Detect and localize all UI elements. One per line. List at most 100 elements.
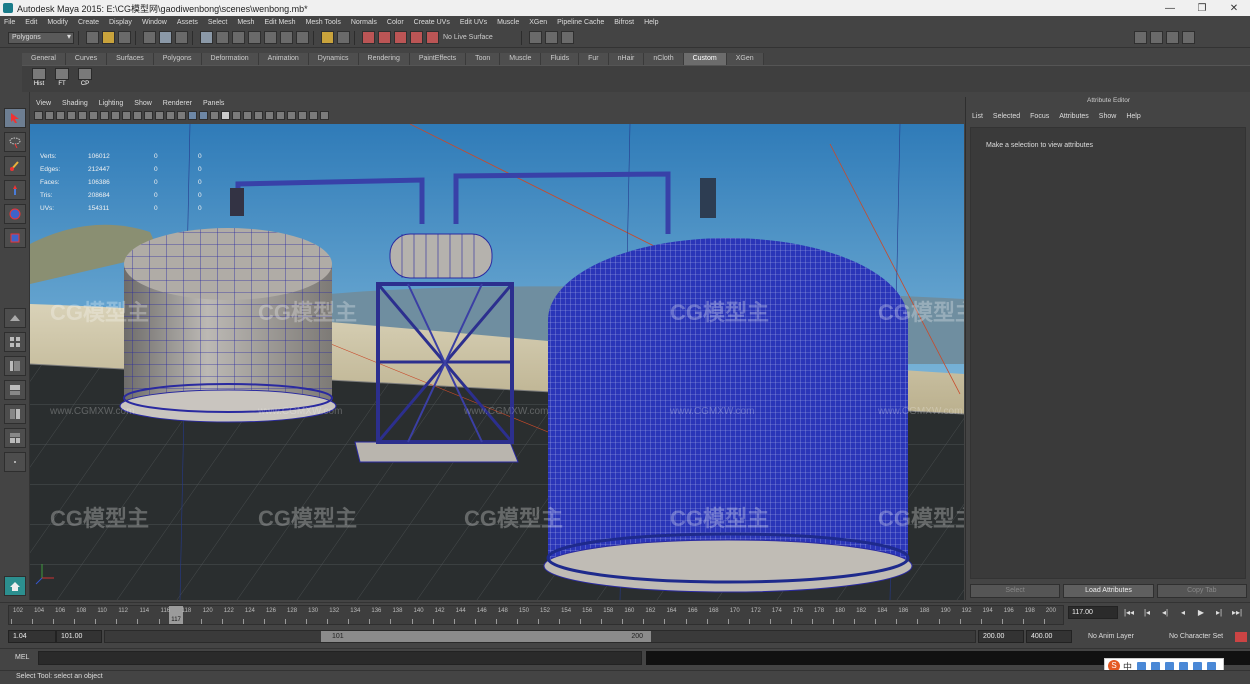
shelf-tab-general[interactable]: General [22,53,66,65]
viewport-menu-lighting[interactable]: Lighting [99,100,124,107]
shelf-tab-fluids[interactable]: Fluids [541,53,580,65]
shadows-icon[interactable] [232,110,241,120]
depth-of-field-icon[interactable] [276,110,285,120]
new-scene-icon[interactable] [86,31,99,44]
current-frame-field[interactable]: 117.00 [1068,606,1118,619]
grid-icon[interactable] [100,110,109,120]
animation-end-field[interactable]: 400.00 [1026,630,1072,643]
outliner-icon[interactable] [1149,31,1163,44]
ipr-render-icon[interactable] [378,31,391,44]
scale-tool[interactable] [4,228,26,248]
shelf-tab-fur[interactable]: Fur [579,53,609,65]
menu-display[interactable]: Display [109,19,132,26]
shelf-button-ft[interactable]: FT [52,68,72,90]
tool-settings-toggle-icon[interactable] [544,31,558,44]
snap-point-icon[interactable] [232,31,245,44]
menu-xgen[interactable]: XGen [529,19,547,26]
hypershade-icon[interactable] [410,31,423,44]
copy-tab-button[interactable]: Copy Tab [1156,584,1247,598]
safe-action-icon[interactable] [155,110,164,120]
x-ray-active-icon[interactable] [309,110,318,120]
menu-pipeline-cache[interactable]: Pipeline Cache [557,19,604,26]
attr-menu-list[interactable]: List [972,113,983,120]
x-ray-joints-icon[interactable] [320,110,329,120]
menu-color[interactable]: Color [387,19,404,26]
graph-layout[interactable] [4,380,26,400]
attr-menu-focus[interactable]: Focus [1030,113,1049,120]
range-slider[interactable]: 101 200 [104,630,976,643]
move-tool[interactable] [4,180,26,200]
open-scene-icon[interactable] [102,31,115,44]
shelf-tab-animation[interactable]: Animation [258,53,309,65]
shelf-tab-dynamics[interactable]: Dynamics [308,53,359,65]
shelf-tab-curves[interactable]: Curves [65,53,108,65]
safe-title-icon[interactable] [166,110,175,120]
smooth-shade-icon[interactable] [188,110,197,120]
gate-mask-icon[interactable] [133,110,142,120]
time-ruler[interactable]: 117 102 104 106 108 110 112 114 116 118 120 122 124… [8,605,1064,625]
menu-edit-mesh[interactable]: Edit Mesh [264,19,295,26]
menu-muscle[interactable]: Muscle [497,19,519,26]
go-to-start-button[interactable]: |◂◂ [1120,607,1138,619]
channel-box-toggle-icon[interactable] [560,31,574,44]
viewport-menu-view[interactable]: View [36,100,51,107]
menu-create-uvs[interactable]: Create UVs [414,19,450,26]
viewport-menu-show[interactable]: Show [134,100,152,107]
viewport-scene[interactable]: CG模型主 CG模型主 CG模型主 CG模型主 CG模型主 CG模型主 CG模型… [30,124,964,600]
menu-mesh[interactable]: Mesh [237,19,254,26]
hypershade-layout[interactable] [4,404,26,424]
menu-edit-uvs[interactable]: Edit UVs [460,19,487,26]
load-attributes-button[interactable]: Load Attributes [1063,584,1154,598]
lock-icon[interactable] [321,31,334,44]
shelf-button-hist[interactable]: Hist [29,68,49,90]
motion-blur-icon[interactable] [254,110,263,120]
render-current-icon[interactable] [362,31,375,44]
grease-pencil-icon[interactable] [89,110,98,120]
two-d-pan-icon[interactable] [78,110,87,120]
attr-menu-show[interactable]: Show [1099,113,1117,120]
render-layout[interactable] [4,428,26,448]
use-all-lights-icon[interactable] [221,110,230,120]
playback-start-field[interactable]: 101.00 [56,630,102,643]
wireframe-icon[interactable] [177,110,186,120]
input-output-icon[interactable] [337,31,350,44]
render-settings-icon[interactable] [394,31,407,44]
panel-toggle-icon[interactable] [1165,31,1179,44]
shelf-button-cp[interactable]: CP [75,68,95,90]
play-backwards-button[interactable]: ◂ [1174,607,1192,619]
shelf-tab-toon[interactable]: Toon [466,53,501,65]
shelf-tab-custom[interactable]: Custom [683,53,727,65]
menu-create[interactable]: Create [78,19,99,26]
image-plane-icon[interactable] [67,110,76,120]
go-to-end-button[interactable]: ▸▸| [1228,607,1246,619]
menu-modify[interactable]: Modify [47,19,68,26]
single-perspective-layout[interactable] [4,308,26,328]
film-gate-icon[interactable] [111,110,120,120]
anti-aliasing-icon[interactable] [265,110,274,120]
shelf-tab-surfaces[interactable]: Surfaces [107,53,154,65]
attr-menu-attributes[interactable]: Attributes [1059,113,1089,120]
menu-select[interactable]: Select [208,19,227,26]
rotate-tool[interactable] [4,204,26,224]
step-back-frame-button[interactable]: ◂| [1156,607,1174,619]
x-ray-icon[interactable] [298,110,307,120]
history-icon[interactable] [280,31,293,44]
camera-attributes-icon[interactable] [45,110,54,120]
shelf-tab-rendering[interactable]: Rendering [358,53,410,65]
animation-start-field[interactable]: 1.04 [8,630,56,643]
screen-space-ao-icon[interactable] [243,110,252,120]
auto-key-icon[interactable] [1235,632,1247,642]
shelf-tab-deformation[interactable]: Deformation [201,53,259,65]
command-input[interactable] [38,651,642,665]
menu-file[interactable]: File [4,19,15,26]
four-view-layout[interactable] [4,332,26,352]
help-icon[interactable] [296,31,309,44]
magnet-icon[interactable] [426,31,439,44]
wireframe-on-shaded-icon[interactable] [199,110,208,120]
range-slider-handle[interactable]: 101 200 [321,631,651,642]
snap-view-plane-icon[interactable] [248,31,261,44]
step-back-key-button[interactable]: |◂ [1138,607,1156,619]
attribute-editor-toggle-icon[interactable] [528,31,542,44]
viewport-menu-panels[interactable]: Panels [203,100,224,107]
select-hierarchy-icon[interactable] [143,31,156,44]
